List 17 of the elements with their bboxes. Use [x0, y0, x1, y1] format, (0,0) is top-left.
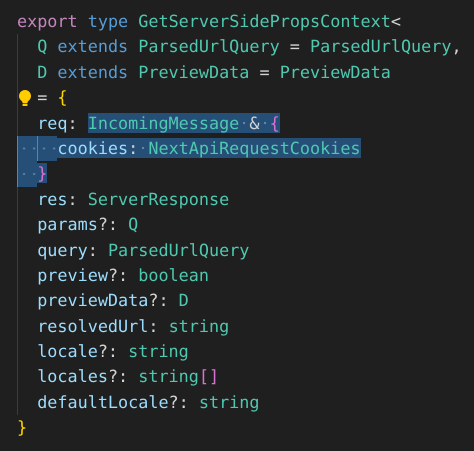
code-line: locale?: string: [37, 340, 189, 364]
code-line: req: IncomingMessage & {: [37, 112, 280, 135]
lightbulb-icon[interactable]: [17, 89, 33, 108]
code-line: res: ServerResponse: [37, 188, 230, 211]
code-line: export type GetServerSidePropsContext<: [17, 10, 401, 33]
code-line: locales?: string[]: [37, 365, 220, 388]
code-line: previewData?: D: [37, 289, 189, 312]
code-line: Q extends ParsedUrlQuery = ParsedUrlQuery,: [37, 35, 462, 58]
code-line: query: ParsedUrlQuery: [37, 238, 250, 262]
code-line: = {: [37, 86, 68, 110]
code-line: cookies: NextApiRequestCookies: [57, 136, 361, 160]
code-line: params?: Q: [37, 213, 138, 236]
code-line: preview?: boolean: [37, 264, 209, 287]
code-line: }: [17, 416, 28, 440]
code-line: defaultLocale?: string: [37, 390, 260, 414]
code-line: D extends PreviewData = PreviewData: [37, 60, 391, 84]
code-line: resolvedUrl: string: [37, 314, 230, 338]
